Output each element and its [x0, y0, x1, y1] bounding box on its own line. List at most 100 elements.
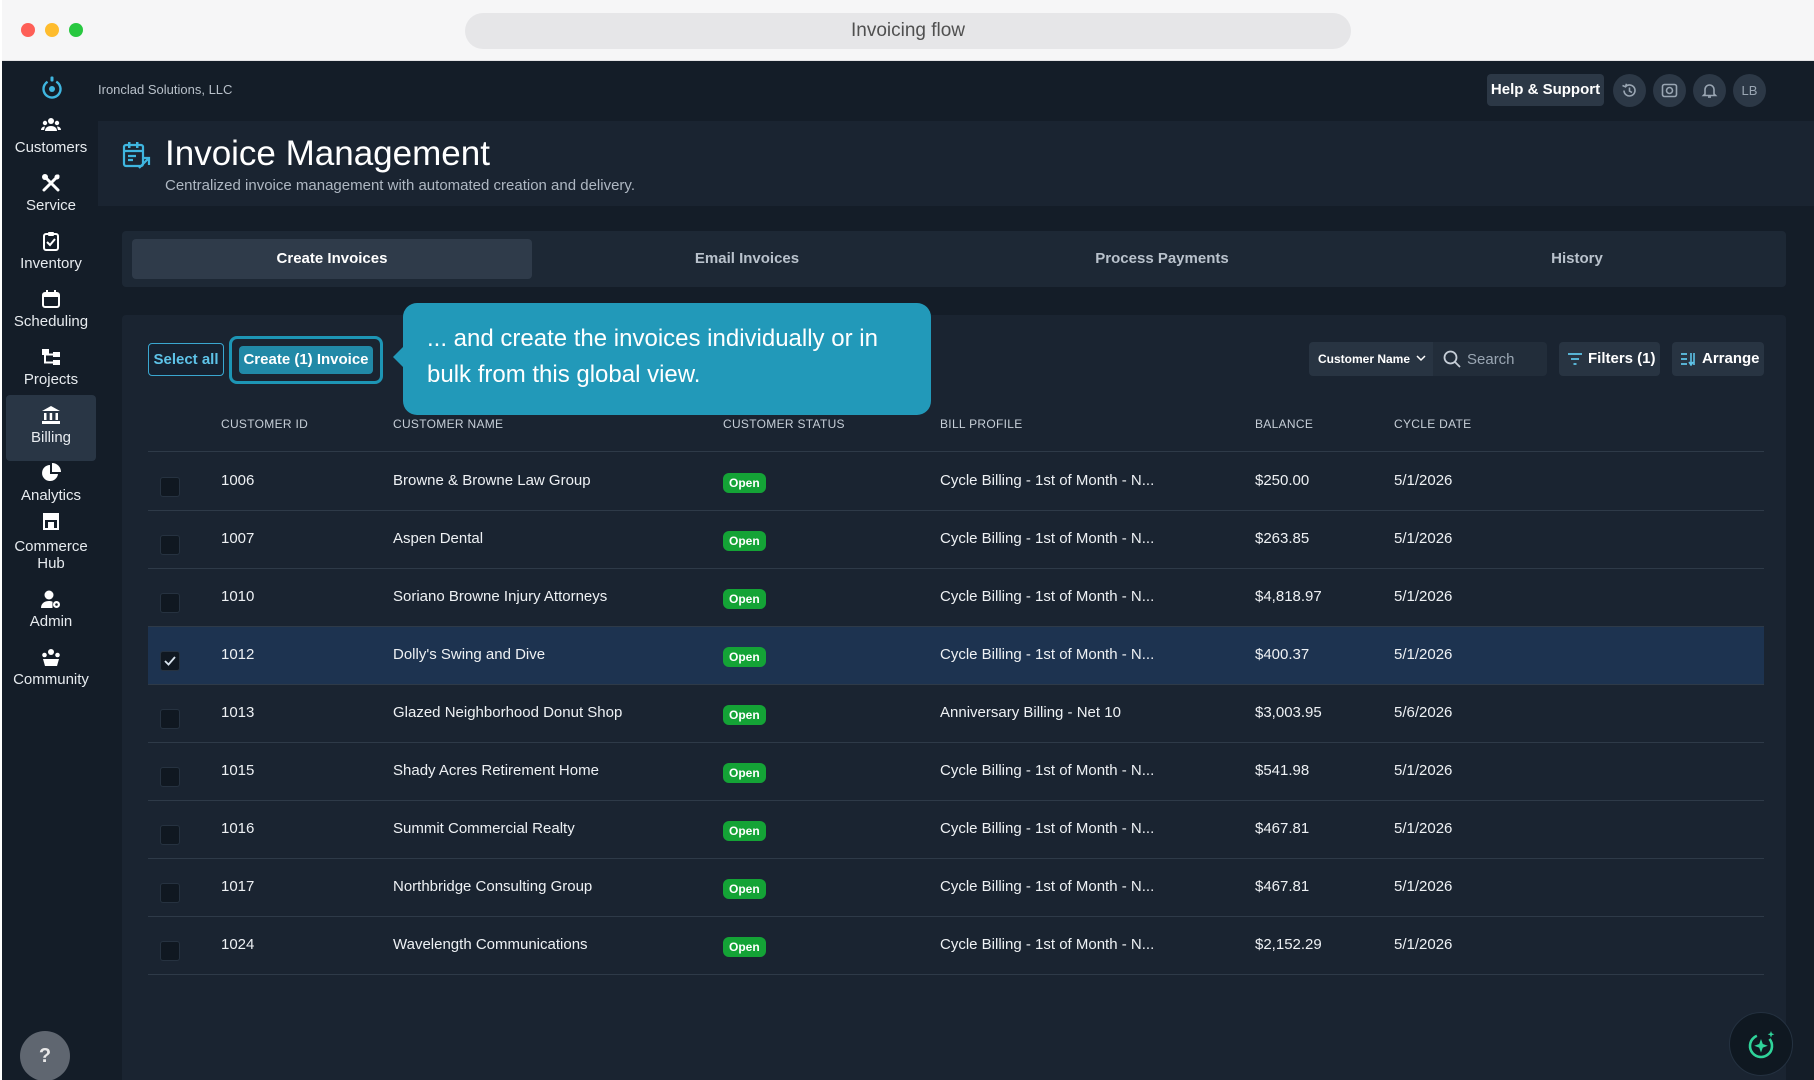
- cell-balance: $263.85: [1255, 530, 1310, 547]
- user-avatar[interactable]: LB: [1733, 74, 1766, 107]
- help-bubble-button[interactable]: ?: [20, 1031, 70, 1080]
- screenshot-button[interactable]: [1653, 74, 1686, 107]
- row-checkbox[interactable]: [160, 883, 180, 903]
- status-badge: Open: [723, 821, 766, 841]
- cell-balance: $2,152.29: [1255, 936, 1322, 953]
- tab-history[interactable]: History: [1377, 239, 1777, 279]
- app-logo-icon[interactable]: [39, 75, 65, 101]
- cell-customer-name[interactable]: Wavelength Communications: [393, 936, 588, 953]
- cell-customer-name[interactable]: Glazed Neighborhood Donut Shop: [393, 704, 622, 721]
- cell-customer-id: 1024: [221, 936, 255, 953]
- table-row[interactable]: 1024 Wavelength Communications Open Cycle B…: [148, 917, 1764, 975]
- row-checkbox[interactable]: [160, 825, 180, 845]
- history-icon: [1622, 83, 1636, 97]
- sidebar-item-label: Customers: [14, 139, 88, 156]
- table-row[interactable]: 1010 Soriano Browne Injury Attorneys Open C…: [148, 569, 1764, 627]
- sidebar-item-scheduling[interactable]: Scheduling: [6, 279, 96, 345]
- table-row[interactable]: 1007 Aspen Dental Open Cycle Billing - 1st …: [148, 511, 1764, 569]
- create-invoice-button[interactable]: Create (1) Invoice: [239, 346, 373, 374]
- row-checkbox[interactable]: [160, 535, 180, 555]
- calendar-icon: [42, 290, 60, 308]
- cell-customer-name[interactable]: Dolly's Swing and Dive: [393, 646, 545, 663]
- table-row[interactable]: 1006 Browne & Browne Law Group Open Cycle B…: [148, 453, 1764, 511]
- column-header-customer-status[interactable]: CUSTOMER STATUS: [723, 417, 845, 431]
- pie-chart-icon: [42, 463, 61, 481]
- status-badge: Open: [723, 879, 766, 899]
- cell-customer-name[interactable]: Aspen Dental: [393, 530, 483, 547]
- cell-customer-name[interactable]: Soriano Browne Injury Attorneys: [393, 588, 607, 605]
- sidebar-item-label: Projects: [23, 371, 79, 388]
- cell-customer-name[interactable]: Shady Acres Retirement Home: [393, 762, 599, 779]
- cell-bill-profile: Cycle Billing - 1st of Month - N...: [940, 936, 1155, 953]
- cell-customer-name[interactable]: Northbridge Consulting Group: [393, 878, 592, 895]
- cell-customer-id: 1016: [221, 820, 255, 837]
- invoice-icon: [122, 142, 151, 169]
- table-row[interactable]: 1015 Shady Acres Retirement Home Open Cycle…: [148, 743, 1764, 801]
- column-header-cycle-date[interactable]: CYCLE DATE: [1394, 417, 1471, 431]
- help-support-button[interactable]: Help & Support: [1487, 74, 1604, 106]
- cell-bill-profile: Anniversary Billing - Net 10: [940, 704, 1121, 721]
- table-row[interactable]: 1012 Dolly's Swing and Dive Open Cycle Bill…: [148, 627, 1764, 685]
- arrange-button[interactable]: Arrange: [1672, 342, 1764, 376]
- arrange-label: Arrange: [1702, 350, 1760, 367]
- sidebar-item-inventory[interactable]: Inventory: [6, 221, 96, 287]
- cell-cycle-date: 5/1/2026: [1394, 878, 1453, 895]
- search-input[interactable]: [1467, 348, 1541, 370]
- ai-assistant-button[interactable]: [1729, 1012, 1793, 1076]
- table-row[interactable]: 1013 Glazed Neighborhood Donut Shop Open An…: [148, 685, 1764, 743]
- maximize-window-button[interactable]: [69, 23, 83, 37]
- tab-process-payments[interactable]: Process Payments: [962, 239, 1362, 279]
- minimize-window-button[interactable]: [45, 23, 59, 37]
- cell-cycle-date: 5/1/2026: [1394, 588, 1453, 605]
- sort-field-select[interactable]: Customer Name: [1309, 342, 1433, 376]
- filter-icon: [1568, 353, 1582, 365]
- column-header-customer-name[interactable]: CUSTOMER NAME: [393, 417, 503, 431]
- row-checkbox[interactable]: [160, 651, 180, 671]
- clipboard-icon: [43, 232, 59, 251]
- project-tree-icon: [42, 349, 60, 365]
- window-title[interactable]: Invoicing flow: [465, 13, 1351, 49]
- sidebar-item-commerce-hub[interactable]: Commerce Hub: [6, 511, 96, 587]
- row-checkbox[interactable]: [160, 941, 180, 961]
- cell-cycle-date: 5/1/2026: [1394, 820, 1453, 837]
- sidebar-item-billing[interactable]: Billing: [6, 395, 96, 461]
- page-subtitle: Centralized invoice management with auto…: [165, 177, 635, 194]
- close-window-button[interactable]: [21, 23, 35, 37]
- tab-create-invoices[interactable]: Create Invoices: [132, 239, 532, 279]
- cell-cycle-date: 5/1/2026: [1394, 762, 1453, 779]
- row-checkbox[interactable]: [160, 709, 180, 729]
- table-row[interactable]: 1017 Northbridge Consulting Group Open Cycl…: [148, 859, 1764, 917]
- column-header-balance[interactable]: BALANCE: [1255, 417, 1313, 431]
- row-checkbox[interactable]: [160, 767, 180, 787]
- create-invoice-highlight: Create (1) Invoice: [229, 336, 383, 384]
- cell-balance: $3,003.95: [1255, 704, 1322, 721]
- sidebar-item-admin[interactable]: Admin: [6, 579, 96, 645]
- table-row[interactable]: 1016 Summit Commercial Realty Open Cycle Bi…: [148, 801, 1764, 859]
- cell-customer-name[interactable]: Browne & Browne Law Group: [393, 472, 591, 489]
- ai-sparkle-icon: [1748, 1031, 1775, 1059]
- window-titlebar: Invoicing flow: [2, 0, 1814, 61]
- sidebar-item-projects[interactable]: Projects: [6, 337, 96, 403]
- cell-cycle-date: 5/1/2026: [1394, 936, 1453, 953]
- sidebar-item-community[interactable]: Community: [6, 637, 96, 703]
- sidebar-item-analytics[interactable]: Analytics: [6, 453, 96, 519]
- column-header-bill-profile[interactable]: BILL PROFILE: [940, 417, 1023, 431]
- status-badge: Open: [723, 647, 766, 667]
- row-checkbox[interactable]: [160, 593, 180, 613]
- sidebar-item-service[interactable]: Service: [6, 163, 96, 229]
- cell-customer-id: 1013: [221, 704, 255, 721]
- topbar: Ironclad Solutions, LLC Help & Support L…: [98, 61, 1814, 121]
- cell-customer-name[interactable]: Summit Commercial Realty: [393, 820, 575, 837]
- cell-cycle-date: 5/1/2026: [1394, 472, 1453, 489]
- tab-email-invoices[interactable]: Email Invoices: [547, 239, 947, 279]
- select-all-button[interactable]: Select all: [148, 343, 224, 376]
- sidebar-item-customers[interactable]: Customers: [6, 105, 96, 171]
- cell-balance: $467.81: [1255, 820, 1310, 837]
- cell-balance: $250.00: [1255, 472, 1310, 489]
- history-button[interactable]: [1613, 74, 1646, 107]
- cell-customer-id: 1015: [221, 762, 255, 779]
- column-header-customer-id[interactable]: CUSTOMER ID: [221, 417, 308, 431]
- row-checkbox[interactable]: [160, 477, 180, 497]
- notifications-button[interactable]: [1693, 74, 1726, 107]
- filters-button[interactable]: Filters (1): [1559, 342, 1660, 376]
